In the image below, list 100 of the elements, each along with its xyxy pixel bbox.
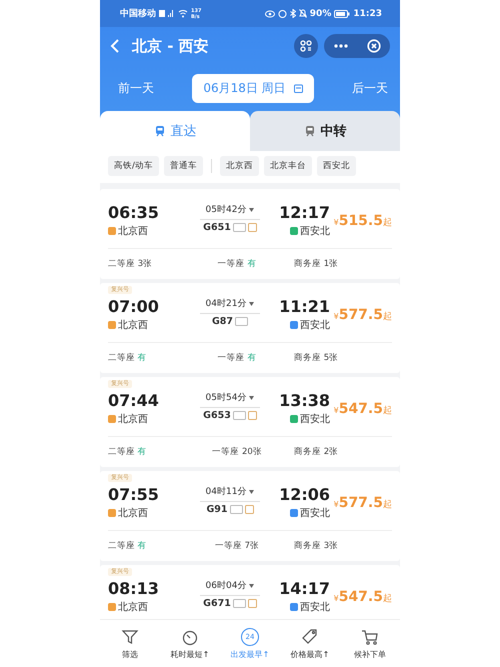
train-number: G653 [203,410,231,421]
arrival-station: 西安北 [300,506,330,520]
sort-tab[interactable]: 耗时最短↑ [162,628,218,660]
price-suffix: 起 [383,216,392,229]
seat-availability: 二等座 有 [108,446,148,458]
price-suffix: 起 [383,592,392,605]
arrival-time: 11:21 [279,297,330,316]
train-number: G91 [206,504,228,515]
route-title: 北京 - 西安 [132,36,210,56]
arrival-station: 西安北 [300,224,330,238]
filter-chip[interactable]: 北京西 [220,156,259,176]
departure-time: 08:13 [108,579,159,598]
price-tag-icon [301,628,319,646]
seat-availability: 商务座 3张 [293,540,340,552]
close-button[interactable] [366,39,380,53]
seat-availability: 一等座 有 [216,352,258,364]
seat-availability: 商务座 2张 [293,446,340,458]
seat-availability: 一等座 有 [216,258,258,270]
close-icon [366,39,380,53]
seat-availability: 商务座 5张 [293,352,340,364]
more-button[interactable] [334,44,348,48]
cart-icon [361,628,379,646]
price-suffix: 起 [383,498,392,511]
departure-time: 07:55 [108,485,159,504]
arrival-station: 西安北 [300,318,330,332]
currency-sign: ¥ [334,312,339,321]
train-number: G671 [203,598,231,609]
departure-station: 北京西 [118,412,148,426]
filter-chip[interactable]: 西安北 [316,156,356,176]
seat-availability: 二等座 3张 [108,258,154,270]
train-icon [154,125,166,137]
battery-icon [334,10,350,18]
badge-icon [232,223,246,232]
train-number: G87 [212,316,234,327]
badge-icon [230,505,243,514]
filter-chip[interactable]: 北京丰台 [264,156,312,176]
arrival-time: 12:06 [279,485,330,504]
price: 547.5 [338,589,383,605]
price: 515.5 [338,213,383,229]
departure-time: 06:35 [108,203,159,222]
currency-sign: ¥ [334,406,339,415]
wifi-icon [178,9,188,18]
caret-icon [249,584,254,588]
clock-time: 11:23 [353,8,382,18]
caret-icon [249,208,254,212]
departure-station: 北京西 [118,506,148,520]
filter-chip[interactable]: 高铁/动车 [108,156,159,176]
sort-tab[interactable]: 价格最高↑ [282,628,338,660]
scan-icon [300,40,312,52]
filter-chip[interactable]: 普通车 [164,156,203,176]
duration: 06时04分 [206,580,246,592]
departure-station: 北京西 [118,600,148,614]
filter-icon [121,628,139,646]
badge-icon [232,411,246,420]
price: 577.5 [338,307,383,323]
signal-icon [159,9,175,18]
sort-tab[interactable]: 候补下单 [342,628,398,660]
eye-icon [264,10,275,18]
seat-availability: 商务座 1张 [293,258,340,270]
duration: 05时54分 [206,392,246,404]
seat-availability: 一等座 7张 [214,540,260,552]
carrier-name: 中国移动 [120,7,156,20]
more-icon [334,44,348,48]
price: 547.5 [338,401,383,417]
badge-icon [232,599,246,608]
caret-icon [249,396,254,400]
seat-availability: 二等座 有 [108,352,148,364]
seat-availability: 一等座 20张 [211,446,263,458]
departure-time: 07:44 [108,391,159,410]
price-suffix: 起 [383,404,392,417]
calendar-icon [294,84,303,92]
caret-icon [249,490,254,494]
badge-icon [235,317,248,326]
departure-time: 07:00 [108,297,159,316]
battery-percent: 90% [310,8,332,18]
sort-tab[interactable]: 筛选 [102,628,158,660]
duration: 05时42分 [206,204,246,216]
arrival-station: 西安北 [300,412,330,426]
currency-sign: ¥ [334,594,339,603]
duration: 04时21分 [206,298,246,310]
route-tab[interactable]: 中转 [250,111,400,151]
departure-station: 北京西 [118,318,148,332]
arrival-station: 西安北 [300,600,330,614]
duration: 04时11分 [206,486,246,498]
caret-icon [249,302,254,306]
arrival-time: 14:17 [279,579,330,598]
departure-station: 北京西 [118,224,148,238]
bluetooth-icon [290,9,296,18]
mute-icon [298,9,307,18]
back-icon [110,38,120,54]
currency-sign: ¥ [334,218,339,227]
train-icon [304,125,316,137]
train-card[interactable]: 06:35 北京西 05时42分 G651 12:17 西安北 ¥515.5起 二等座 3张 一等座 有 商务座 1张 [100,189,400,279]
arrival-time: 13:38 [279,391,330,410]
price-suffix: 起 [383,310,392,323]
scan-button[interactable] [294,34,318,58]
arrival-time: 12:17 [279,203,330,222]
back-button[interactable] [110,38,120,54]
currency-sign: ¥ [334,500,339,509]
train-number: G651 [203,222,231,233]
